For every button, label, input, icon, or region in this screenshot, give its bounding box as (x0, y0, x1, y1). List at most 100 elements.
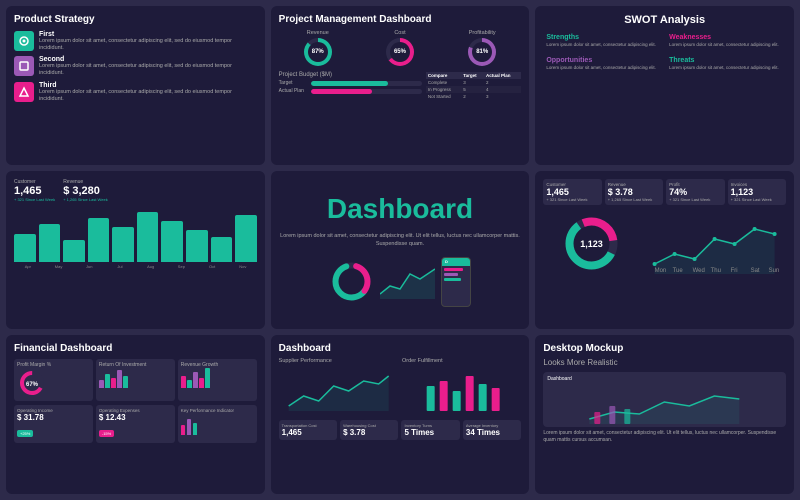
pm-td-notstarted-a: 3 (484, 93, 521, 100)
swot-weaknesses: Weaknesses Lorem ipsum dolor sit amet, c… (666, 31, 786, 51)
swot-opportunities: Opportunities Lorem ipsum dolor sit amet… (543, 54, 663, 74)
dashboard-center-desc: Lorem ipsum dolor sit amet, consectetur … (279, 233, 522, 248)
table-row: Not Started 2 3 (426, 93, 521, 100)
svg-text:Mon: Mon (654, 268, 666, 274)
swot-opportunities-title: Opportunities (546, 57, 660, 64)
d2-stat-transport: Transportation Cost 1,465 (279, 420, 337, 440)
fd-op-exp-value: $ 12.43 (99, 413, 172, 422)
svg-text:Thu: Thu (710, 268, 720, 274)
pm-bar-actual-label: Actual Plan (279, 88, 309, 94)
ds-stat-customer: Customer 1,465 + 321 Since Last Week (543, 179, 601, 205)
bc-bar-group (235, 215, 257, 262)
bc-bar (211, 237, 233, 262)
fd-roi-bar-4 (117, 370, 122, 388)
desktop-mockup-sub: Looks More Realistic (543, 358, 786, 367)
bc-x-label: Apr (14, 264, 42, 269)
fd-stat-profit: Profit Margin % 67% (14, 359, 93, 401)
swot-title: SWOT Analysis (543, 14, 786, 26)
pm-td-progress-a: 4 (484, 86, 521, 93)
d2-warehouse-value: $ 3.78 (343, 428, 395, 437)
fd-stat-roi: Return Of Investment (96, 359, 175, 401)
bc-revenue-sub: + 1,265 Since Last Week (63, 197, 108, 202)
ds-stat-revenue-sub: + 1,265 Since Last Week (608, 197, 660, 202)
pm-td-progress-t: 5 (461, 86, 484, 93)
svg-text:Tue: Tue (672, 268, 683, 274)
pm-circle-cost: 65% (386, 38, 414, 66)
ds-stat-customer-sub: + 321 Since Last Week (546, 197, 598, 202)
ds-stats-row: Customer 1,465 + 321 Since Last Week Rev… (543, 179, 786, 205)
dashboard-stats-card: Customer 1,465 + 321 Since Last Week Rev… (535, 171, 794, 330)
pm-budget-area: Project Budget ($M) Target Actual Plan (279, 72, 422, 100)
bc-bar (137, 212, 159, 262)
bc-bars-container (14, 207, 257, 262)
d2-stat-inventory: Inventory Turns 5 Times (401, 420, 459, 440)
bc-bar-group (161, 221, 183, 262)
fd-bottom-stats: Operating Income $ 31.78 +25% Operating … (14, 405, 257, 443)
ds-stat-invoices: Invoices 1,123 + 321 Since Last Week (728, 179, 786, 205)
pm-bar-target-track (311, 81, 422, 86)
bc-bar-group (137, 212, 159, 262)
d2-avg-value: 34 Times (466, 428, 518, 437)
ds-stat-revenue: Revenue $ 3.78 + 1,265 Since Last Week (605, 179, 663, 205)
ps-item-first-desc: Lorem ipsum dolor sit amet, consectetur … (39, 38, 257, 52)
bc-x-label: Jun (75, 264, 103, 269)
product-strategy-title: Product Strategy (14, 14, 257, 25)
fd-kpi-bar-1 (181, 425, 185, 435)
bc-bar (235, 215, 257, 262)
dc-donut-chart (329, 259, 374, 304)
d2-order-label: Order Fulfillment (402, 358, 521, 364)
d2-order-svg (402, 366, 521, 411)
bc-bar (39, 224, 61, 262)
ps-item-second: Second Lorem ipsum dolor sit amet, conse… (14, 56, 257, 77)
ps-text-third: Third Lorem ipsum dolor sit amet, consec… (39, 82, 257, 103)
dashboard-center-title: Dashboard (327, 193, 473, 225)
fd-kpi-label: Key Performance Indicator (181, 408, 254, 413)
pm-bar-actual-track (311, 89, 422, 94)
swot-weaknesses-title: Weaknesses (669, 34, 783, 41)
bc-x-label: Jul (106, 264, 134, 269)
fd-roi-bars (99, 368, 172, 388)
pm-table-area: Compare Target Actual Plan Complete 3 2 … (426, 72, 521, 100)
pm-td-complete: Complete (426, 79, 461, 86)
bc-x-label: Aug (137, 264, 165, 269)
swot-opportunities-desc: Lorem ipsum dolor sit amet, consectetur … (546, 65, 660, 71)
bc-bar-group (211, 237, 233, 262)
desktop-mockup-card: Desktop Mockup Looks More Realistic Dash… (535, 335, 794, 494)
pm-budget-bars: Target Actual Plan (279, 80, 422, 94)
pm-th-actual: Actual Plan (484, 72, 521, 79)
bc-bar-group (14, 234, 36, 262)
fd-roi-bar-1 (99, 380, 104, 388)
bc-x-label: May (45, 264, 73, 269)
bc-bar (14, 234, 36, 262)
ps-item-third: Third Lorem ipsum dolor sit amet, consec… (14, 82, 257, 103)
d2-transport-value: 1,465 (282, 428, 334, 437)
bc-bar (186, 230, 208, 261)
pm-td-notstarted: Not Started (426, 93, 461, 100)
swot-strengths-title: Strengths (546, 34, 660, 41)
fd-op-income-badge: +25% (17, 430, 33, 437)
fd-op-exp-badge: -15% (99, 430, 114, 437)
financial-title: Financial Dashboard (14, 343, 257, 354)
svg-text:1,123: 1,123 (580, 239, 603, 249)
pm-th-compare: Compare (426, 72, 461, 79)
pm-circle-cost-value: 65% (390, 42, 410, 62)
pm-circle-revenue-value: 87% (308, 42, 328, 62)
fd-growth-bar-5 (205, 368, 210, 388)
ps-text-first: First Lorem ipsum dolor sit amet, consec… (39, 31, 257, 52)
ds-line-area: Mon Tue Wed Thu Fri Sat Sun (643, 209, 786, 279)
ds-stat-revenue-value: $ 3.78 (608, 187, 660, 197)
d2-bottom-stats: Transportation Cost 1,465 Warehousing Co… (279, 420, 522, 440)
pm-table: Compare Target Actual Plan Complete 3 2 … (426, 72, 521, 100)
fd-top-stats: Profit Margin % 67% Return Of Investment… (14, 359, 257, 401)
d2-inventory-value: 5 Times (404, 428, 456, 437)
pm-td-complete-t: 3 (461, 79, 484, 86)
d2-supplier-chart: Supplier Performance (279, 358, 398, 416)
product-strategy-card: Product Strategy First Lorem ipsum dolor… (6, 6, 265, 165)
ds-donut-area: 1,123 (543, 209, 638, 279)
ds-stat-profit-sub: + 321 Since Last Week (669, 197, 721, 202)
swot-threats-desc: Lorem ipsum dolor sit amet, consectetur … (669, 65, 783, 71)
bc-bar (63, 240, 85, 262)
swot-card: SWOT Analysis Strengths Lorem ipsum dolo… (535, 6, 794, 165)
pm-td-complete-a: 2 (484, 79, 521, 86)
pm-stat-profit: Profitability 81% (443, 30, 521, 68)
